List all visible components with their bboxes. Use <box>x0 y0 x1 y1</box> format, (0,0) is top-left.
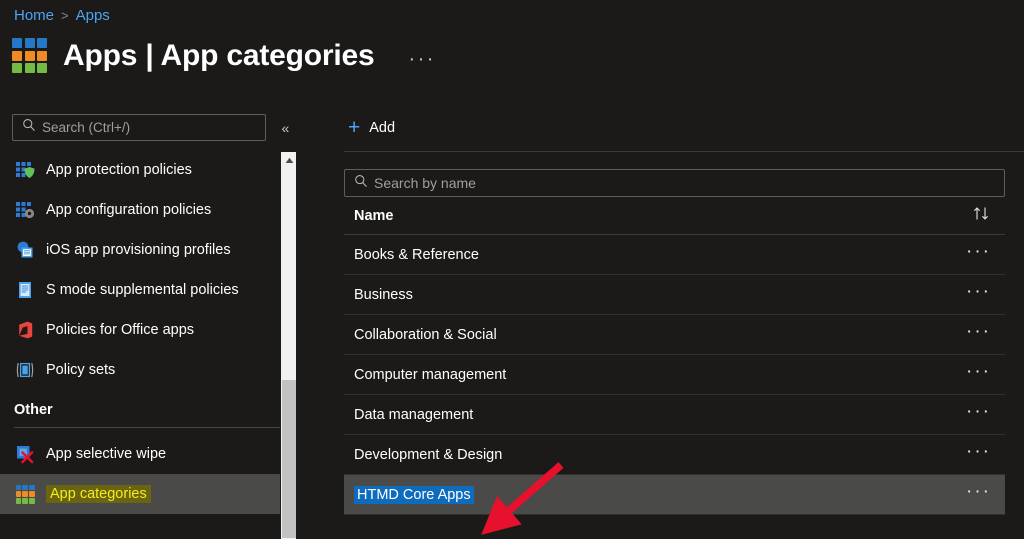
app-categories-icon <box>14 483 36 505</box>
row-context-menu-button[interactable]: ··· <box>966 362 991 388</box>
sidebar-item-s-mode-supplemental-policies[interactable]: S mode supplemental policies <box>0 270 296 310</box>
table-header-row: Name <box>344 197 1005 235</box>
sidebar-item-label: App configuration policies <box>46 202 212 218</box>
sidebar-search-input[interactable] <box>42 120 252 135</box>
page-title: Apps | App categories <box>63 38 375 72</box>
list-search-input[interactable] <box>374 175 974 191</box>
sidebar-item-label: iOS app provisioning profiles <box>46 242 231 258</box>
sidebar: « App protection policies <box>0 104 296 539</box>
add-button-label: Add <box>369 119 396 136</box>
categories-table: Name Books & Reference ··· Business ··· <box>344 197 1005 515</box>
sidebar-search-box[interactable] <box>12 114 266 141</box>
page-more-menu-button[interactable]: ··· <box>408 43 435 69</box>
sidebar-item-label: Policy sets <box>46 362 116 378</box>
search-icon <box>22 118 36 137</box>
app-configuration-icon <box>14 199 36 221</box>
category-name: Computer management <box>354 366 507 383</box>
search-icon <box>354 174 368 193</box>
table-row[interactable]: Business ··· <box>344 275 1005 315</box>
row-context-menu-button[interactable]: ··· <box>966 482 991 508</box>
ios-provisioning-icon <box>14 239 36 261</box>
category-name: Data management <box>354 406 474 423</box>
scrollbar-up-arrow-icon[interactable] <box>281 152 297 169</box>
row-context-menu-button[interactable]: ··· <box>966 282 991 308</box>
row-context-menu-button[interactable]: ··· <box>966 242 991 268</box>
category-name: Books & Reference <box>354 246 479 263</box>
sidebar-item-app-configuration-policies[interactable]: App configuration policies <box>0 190 296 230</box>
table-row[interactable]: Books & Reference ··· <box>344 235 1005 275</box>
sort-arrows-icon[interactable] <box>972 206 991 226</box>
sidebar-item-policies-for-office-apps[interactable]: Policies for Office apps <box>0 310 296 350</box>
apps-grid-icon <box>12 38 47 73</box>
row-context-menu-button[interactable]: ··· <box>966 322 991 348</box>
list-search-box[interactable] <box>344 169 1005 197</box>
breadcrumb-item-apps[interactable]: Apps <box>76 7 110 24</box>
breadcrumb-item-home[interactable]: Home <box>14 7 54 24</box>
app-protection-icon <box>14 159 36 181</box>
sidebar-item-label: App protection policies <box>46 162 192 178</box>
sidebar-item-app-categories[interactable]: App categories <box>0 474 296 514</box>
column-header-name[interactable]: Name <box>354 208 394 224</box>
selective-wipe-icon <box>14 443 36 465</box>
sidebar-section-divider <box>14 427 282 428</box>
breadcrumb: Home > Apps <box>14 7 110 24</box>
sidebar-search-row: « <box>0 104 296 141</box>
sidebar-item-ios-app-provisioning-profiles[interactable]: iOS app provisioning profiles <box>0 230 296 270</box>
table-row[interactable]: Data management ··· <box>344 395 1005 435</box>
sidebar-item-app-selective-wipe[interactable]: App selective wipe <box>0 434 296 474</box>
sidebar-item-label: App categories <box>46 485 151 503</box>
category-name: HTMD Core Apps <box>354 485 474 504</box>
table-row[interactable]: Computer management ··· <box>344 355 1005 395</box>
row-context-menu-button[interactable]: ··· <box>966 442 991 468</box>
plus-icon: + <box>348 116 361 139</box>
sidebar-collapse-button[interactable]: « <box>275 117 296 139</box>
sidebar-nav-list: App protection policies App configuratio <box>0 150 296 514</box>
category-name: Collaboration & Social <box>354 326 497 343</box>
sidebar-item-label: App selective wipe <box>46 446 167 462</box>
row-context-menu-button[interactable]: ··· <box>966 402 991 428</box>
page-title-row: Apps | App categories ··· <box>12 38 436 73</box>
sidebar-scrollbar[interactable] <box>280 152 296 539</box>
sidebar-section-other: Other <box>14 402 53 418</box>
sidebar-item-label: S mode supplemental policies <box>46 282 239 298</box>
policy-sets-icon <box>14 359 36 381</box>
sidebar-item-label: Policies for Office apps <box>46 322 195 338</box>
scrollbar-thumb[interactable] <box>282 380 296 538</box>
category-name: Business <box>354 286 413 303</box>
table-row[interactable]: HTMD Core Apps ··· <box>344 475 1005 515</box>
main-content: + Add Name <box>320 104 1024 539</box>
intune-app-categories-page: Home > Apps Apps | App categories ··· « <box>0 0 1024 539</box>
s-mode-icon <box>14 279 36 301</box>
breadcrumb-separator-icon: > <box>61 8 69 23</box>
command-bar-divider <box>344 151 1024 152</box>
office-icon <box>14 319 36 341</box>
sidebar-item-app-protection-policies[interactable]: App protection policies <box>0 150 296 190</box>
table-row[interactable]: Collaboration & Social ··· <box>344 315 1005 355</box>
add-button[interactable]: + Add <box>344 114 399 141</box>
sidebar-item-policy-sets[interactable]: Policy sets <box>0 350 296 390</box>
category-name: Development & Design <box>354 446 503 463</box>
table-row[interactable]: Development & Design ··· <box>344 435 1005 475</box>
command-bar: + Add <box>320 104 1024 151</box>
